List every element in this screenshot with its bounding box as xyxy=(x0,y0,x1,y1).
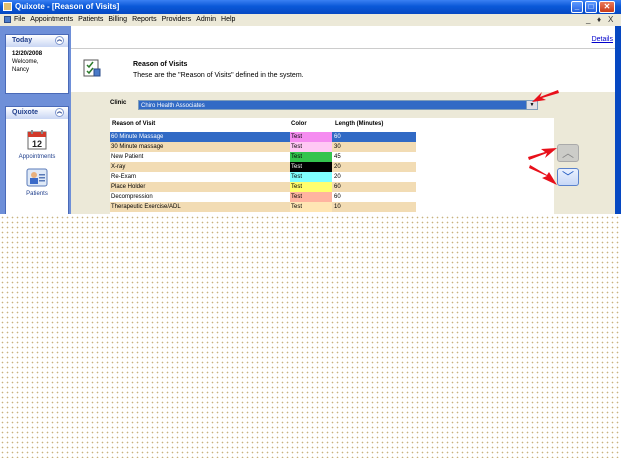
today-panel: Today ︽ 12/20/2008 Welcome, Nancy xyxy=(5,34,69,94)
menu-item-billing[interactable]: Billing xyxy=(108,14,127,26)
annotation-arrow-down xyxy=(529,165,557,185)
menu-app-icon[interactable] xyxy=(4,16,11,23)
reason-cell: Re-Exam xyxy=(111,174,137,180)
table-row[interactable]: New Patient Test 45 xyxy=(110,152,416,162)
nav-appointments-label: Appointments xyxy=(18,154,56,160)
title-bar: Quixote - [Reason of Visits] _ □ ✕ xyxy=(0,0,621,14)
menu-items: File Appointments Patients Billing Reports Pr… xyxy=(14,14,235,26)
move-down-button[interactable]: ﹀ xyxy=(557,168,579,186)
menu-item-appointments[interactable]: Appointments xyxy=(30,14,73,26)
reason-cell: Place Holder xyxy=(111,184,146,190)
reason-cell: 60 Minute Massage xyxy=(111,134,164,140)
menu-item-patients[interactable]: Patients xyxy=(78,14,103,26)
chevron-down-icon: ﹀ xyxy=(561,170,574,184)
table-row[interactable]: Decompression Test 60 xyxy=(110,192,416,202)
length-cell: 30 xyxy=(334,144,341,150)
color-swatch-cell: Test xyxy=(290,192,332,202)
reason-cell: Therapeutic Exercise/ADL xyxy=(111,204,181,210)
length-cell: 20 xyxy=(334,174,341,180)
clinic-select[interactable]: Chiro Health Associates ▼ xyxy=(138,100,538,110)
color-swatch-cell: Test xyxy=(290,132,332,142)
sidebar: Today ︽ 12/20/2008 Welcome, Nancy Quixot… xyxy=(0,26,71,214)
table-row[interactable]: X-ray Test 20 xyxy=(110,162,416,172)
quixote-header-label: Quixote xyxy=(12,109,39,116)
menu-item-reports[interactable]: Reports xyxy=(132,14,157,26)
color-swatch-cell: Test xyxy=(290,202,332,212)
menu-item-file[interactable]: File xyxy=(14,14,25,26)
length-cell: 60 xyxy=(334,184,341,190)
length-cell: 60 xyxy=(334,194,341,200)
table-header: Reason of Visit Color Length (Minutes) xyxy=(110,118,416,130)
today-date: 12/20/2008 xyxy=(12,51,43,57)
today-panel-header[interactable]: Today ︽ xyxy=(6,35,68,47)
reason-cell: 30 Minute massage xyxy=(111,144,164,150)
collapse-today-icon[interactable]: ︽ xyxy=(55,36,64,45)
column-header-reason[interactable]: Reason of Visit xyxy=(112,118,290,130)
reason-cell: X-ray xyxy=(111,164,126,170)
reason-table: Reason of Visit Color Length (Minutes) 6… xyxy=(110,118,554,214)
mdi-minimize-button[interactable]: _ xyxy=(586,14,590,26)
page-header: Details xyxy=(71,26,621,92)
table-row[interactable]: Place Holder Test 60 xyxy=(110,182,416,192)
color-swatch-cell: Test xyxy=(290,162,332,172)
welcome-text: Welcome, xyxy=(12,59,39,65)
nav-appointments[interactable]: 12 Appointments xyxy=(6,127,68,160)
table-row[interactable]: 60 Minute Massage Test 60 xyxy=(110,132,416,142)
length-cell: 45 xyxy=(334,154,341,160)
color-swatch-cell: Test xyxy=(290,142,332,152)
color-swatch-cell: Test xyxy=(290,152,332,162)
menu-item-help[interactable]: Help xyxy=(221,14,235,26)
menu-item-admin[interactable]: Admin xyxy=(196,14,216,26)
window-frame-right xyxy=(615,26,621,214)
reason-cell: Decompression xyxy=(111,194,153,200)
menu-item-providers[interactable]: Providers xyxy=(162,14,192,26)
checklist-icon xyxy=(83,59,101,77)
length-cell: 20 xyxy=(334,164,341,170)
app-window: Quixote - [Reason of Visits] _ □ ✕ File A… xyxy=(0,0,621,214)
collapse-quixote-icon[interactable]: ︽ xyxy=(55,108,64,117)
calendar-badge: 12 xyxy=(32,139,42,149)
chevron-up-icon: ︿ xyxy=(561,146,574,160)
mdi-restore-button[interactable]: ♦ xyxy=(597,14,601,26)
page-description: These are the "Reason of Visits" defined… xyxy=(133,72,304,79)
details-link[interactable]: Details xyxy=(592,36,613,43)
user-name: Nancy xyxy=(12,67,30,73)
color-swatch-cell: Test xyxy=(290,182,332,192)
window-title: Quixote - [Reason of Visits] xyxy=(15,2,120,11)
length-cell: 10 xyxy=(334,204,341,210)
clinic-label: Clinic xyxy=(110,100,127,106)
quixote-panel: Quixote ︽ 12 Appointments Patients xyxy=(5,106,69,214)
column-header-color[interactable]: Color xyxy=(290,118,332,130)
length-cell: 60 xyxy=(334,134,341,140)
reason-cell: New Patient xyxy=(111,154,144,160)
close-button[interactable]: ✕ xyxy=(599,1,615,13)
table-row[interactable]: Therapeutic Exercise/ADL Test 10 xyxy=(110,202,416,212)
annotation-arrow-dropdown xyxy=(532,90,559,102)
mdi-close-button[interactable]: X xyxy=(608,14,613,26)
nav-patients[interactable]: Patients xyxy=(6,164,68,197)
calendar-icon: 12 xyxy=(27,130,47,150)
color-swatch-cell: Test xyxy=(290,172,332,182)
nav-patients-label: Patients xyxy=(26,191,48,197)
table-row[interactable]: Re-Exam Test 20 xyxy=(110,172,416,182)
annotation-arrow-up xyxy=(528,148,557,160)
page-title: Reason of Visits xyxy=(133,61,188,68)
move-up-button[interactable]: ︿ xyxy=(557,144,579,162)
column-header-length[interactable]: Length (Minutes) xyxy=(333,118,419,130)
patients-icon xyxy=(26,168,48,187)
app-icon xyxy=(3,2,12,11)
quixote-panel-header[interactable]: Quixote ︽ xyxy=(6,107,68,119)
minimize-button[interactable]: _ xyxy=(571,1,583,13)
maximize-button[interactable]: □ xyxy=(585,1,597,13)
clinic-selected-value: Chiro Health Associates xyxy=(141,103,205,109)
table-row[interactable]: 30 Minute massage Test 30 xyxy=(110,142,416,152)
header-divider xyxy=(71,48,621,49)
today-header-label: Today xyxy=(12,37,33,44)
